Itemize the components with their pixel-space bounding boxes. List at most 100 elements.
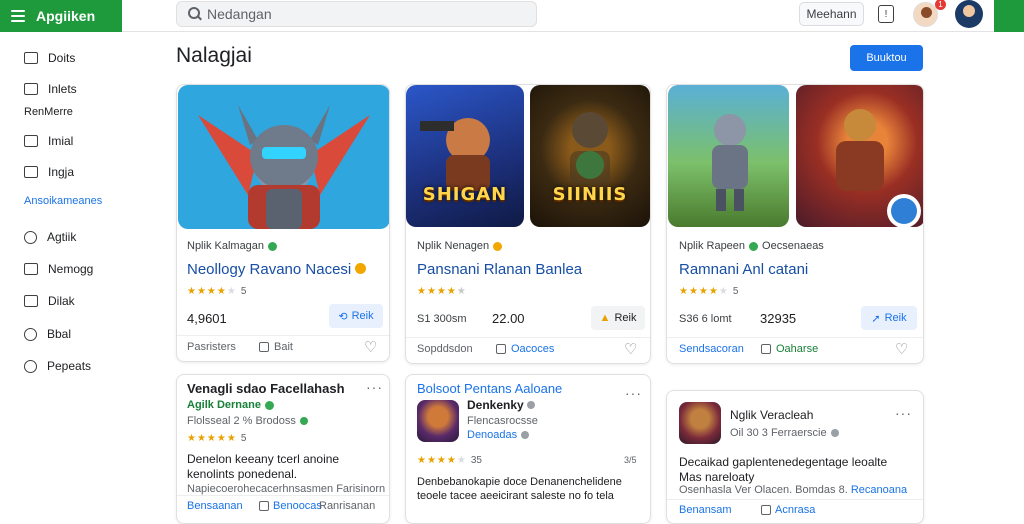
hamburger-menu-icon[interactable] (0, 0, 36, 32)
more-options-icon[interactable]: ··· (366, 379, 383, 395)
sidebar-item-pepeats[interactable]: Pepeats (24, 359, 91, 373)
list-icon (24, 83, 38, 95)
sidebar-item-bbal[interactable]: Bbal (24, 327, 71, 341)
app-artwork (178, 85, 389, 229)
sidebar-item-doits[interactable]: Doits (24, 51, 75, 65)
search-icon (177, 1, 207, 27)
price: 4,9601 (187, 311, 227, 326)
list-card[interactable]: Bolsoot Pentans Aaloane ··· Denkenky Fle… (405, 374, 651, 524)
verified-icon (264, 400, 274, 410)
app-card[interactable]: Nplik Rapeen Oecsenaeas Ramnani Anl cata… (666, 84, 924, 364)
footer-mid[interactable]: Bait (259, 341, 293, 353)
app-name-label: Neollogy Ravano Nacesi (187, 261, 352, 278)
folder-icon (496, 344, 506, 354)
sidebar-item-label: Inlets (48, 82, 77, 96)
get-button[interactable]: ▲ Reik (591, 306, 645, 330)
app-name[interactable]: Pansnani Rlanan Banlea (417, 261, 582, 278)
list-card-meta: Oil 30 3 Ferraerscie (730, 427, 839, 439)
heart-icon[interactable]: ♡ (624, 342, 640, 357)
app-name[interactable]: Ramnani Anl catani (679, 261, 808, 278)
developer-secondary: Oecsenaeas (762, 240, 824, 252)
rating-count: 5 (240, 433, 247, 444)
app-artwork-1: SHIGAN (406, 85, 524, 227)
list-card[interactable]: Nglik Veracleah ··· Oil 30 3 Ferraerscie… (666, 390, 924, 524)
sidebar-item-label: Pepeats (47, 359, 92, 373)
more-options-icon[interactable]: ··· (895, 405, 912, 421)
extra-label: Osenhasla Ver Olacen. Bomdas 8. (679, 484, 848, 496)
footer-right[interactable]: Ranrisanan (319, 500, 375, 512)
footer-left[interactable]: Pasristers (187, 341, 236, 353)
footer-mid[interactable]: Acnrasa (761, 504, 815, 516)
status-dot-icon (299, 417, 308, 425)
user-avatar[interactable] (955, 0, 983, 28)
hero-character-image (198, 105, 370, 229)
footer-mid[interactable]: Oaharse (761, 343, 818, 355)
divider (667, 499, 923, 500)
verified-icon (268, 241, 278, 251)
sidebar-item-imial[interactable]: Imial (24, 134, 73, 148)
top-bar: Apgiiken Meehann ! 1 (0, 0, 1024, 32)
folder-icon (761, 505, 771, 515)
extra-link[interactable]: Recanoana (851, 484, 907, 496)
footer-left[interactable]: Bensaanan (187, 500, 243, 512)
hero-character-image (420, 118, 490, 191)
rating-count: 5 (732, 286, 739, 297)
divider (667, 337, 923, 338)
heart-icon[interactable]: ♡ (895, 342, 911, 357)
app-thumbnail-image (417, 400, 459, 442)
heart-icon[interactable]: ♡ (364, 340, 380, 355)
developer-label: Nplik Rapeen (679, 240, 746, 252)
doc-icon (24, 52, 38, 64)
developer-label: Denkenky (467, 398, 524, 412)
notification-icon[interactable]: ! (878, 5, 894, 23)
sidebar-item-agtiik[interactable]: Agtiik (24, 230, 76, 244)
sidebar-item-inlets[interactable]: Inlets (24, 82, 77, 96)
rating-count: 5 (240, 286, 247, 297)
sidebar-item-nemogg[interactable]: Nemogg (24, 262, 93, 276)
brand-bar: Apgiiken (0, 0, 122, 32)
footer-left[interactable]: Sopddsdon (417, 343, 473, 355)
app-card[interactable]: SHIGAN SIINIIS Nplik Nenagen Pansnani Rl… (405, 84, 651, 364)
artwork-title: SHIGAN (422, 184, 508, 205)
list-card-description: Denelon keeany tcerl anoine kenolints po… (187, 452, 340, 481)
badge-icon (355, 263, 367, 274)
sidebar-section-label-2[interactable]: Ansoikameanes (24, 195, 102, 207)
rating-stars: ★★★★★ (417, 286, 467, 297)
list-card-sub[interactable]: Denoadas (467, 429, 530, 441)
get-button[interactable]: ⟲ Reik (329, 304, 383, 328)
footer-left[interactable]: Benansam (679, 504, 732, 516)
verified-icon (749, 241, 759, 251)
list-card-title[interactable]: Nglik Veracleah (730, 408, 813, 422)
sidebar-item-dilak[interactable]: Dilak (24, 294, 75, 308)
list-card-extra: Napiecoerohecacerhnsasmen Farisinorn (187, 483, 386, 495)
search-input[interactable] (207, 6, 507, 22)
search-bar[interactable] (176, 1, 537, 27)
top-action-button[interactable]: Meehann (799, 2, 864, 26)
sidebar-item-label: Agtiik (47, 230, 77, 244)
footer-mid[interactable]: Benoocas (259, 500, 322, 512)
footer-mid-label: Acnrasa (775, 504, 816, 516)
hero-character-image (712, 114, 748, 211)
app-name[interactable]: Neollogy Ravano Nacesi (187, 261, 367, 278)
get-button[interactable]: ➚ Reik (861, 306, 917, 330)
price: 22.00 (492, 311, 525, 326)
notification-badge: 1 (935, 0, 946, 10)
rating-stars: ★★★★★ 5 (187, 286, 247, 297)
footer-mid-label: Oacoces (511, 343, 555, 355)
subtitle-label: Agilk Dernane (187, 399, 261, 411)
get-button-label: Reik (614, 312, 637, 324)
list-card[interactable]: Venagli sdao Facellahash ··· Agilk Derna… (176, 374, 390, 524)
app-card[interactable]: Nplik Kalmagan Neollogy Ravano Nacesi ★★… (176, 84, 390, 362)
list-card-title[interactable]: Bolsoot Pentans Aaloane (417, 381, 562, 396)
divider (177, 335, 389, 336)
rating-stars: ★★★★★ 5 (187, 433, 247, 444)
book-icon (24, 295, 38, 307)
list-card-subtitle: Agilk Dernane (187, 399, 274, 411)
sidebar-item-ingja[interactable]: Ingja (24, 165, 74, 179)
primary-action-button[interactable]: Buuktou (850, 45, 923, 71)
more-options-icon[interactable]: ··· (625, 385, 642, 401)
footer-mid[interactable]: Oacoces (496, 343, 554, 355)
footer-left[interactable]: Sendsacoran (679, 343, 744, 355)
list-card-title[interactable]: Venagli sdao Facellahash (187, 381, 345, 396)
page-title: Nalagjai (176, 44, 252, 67)
